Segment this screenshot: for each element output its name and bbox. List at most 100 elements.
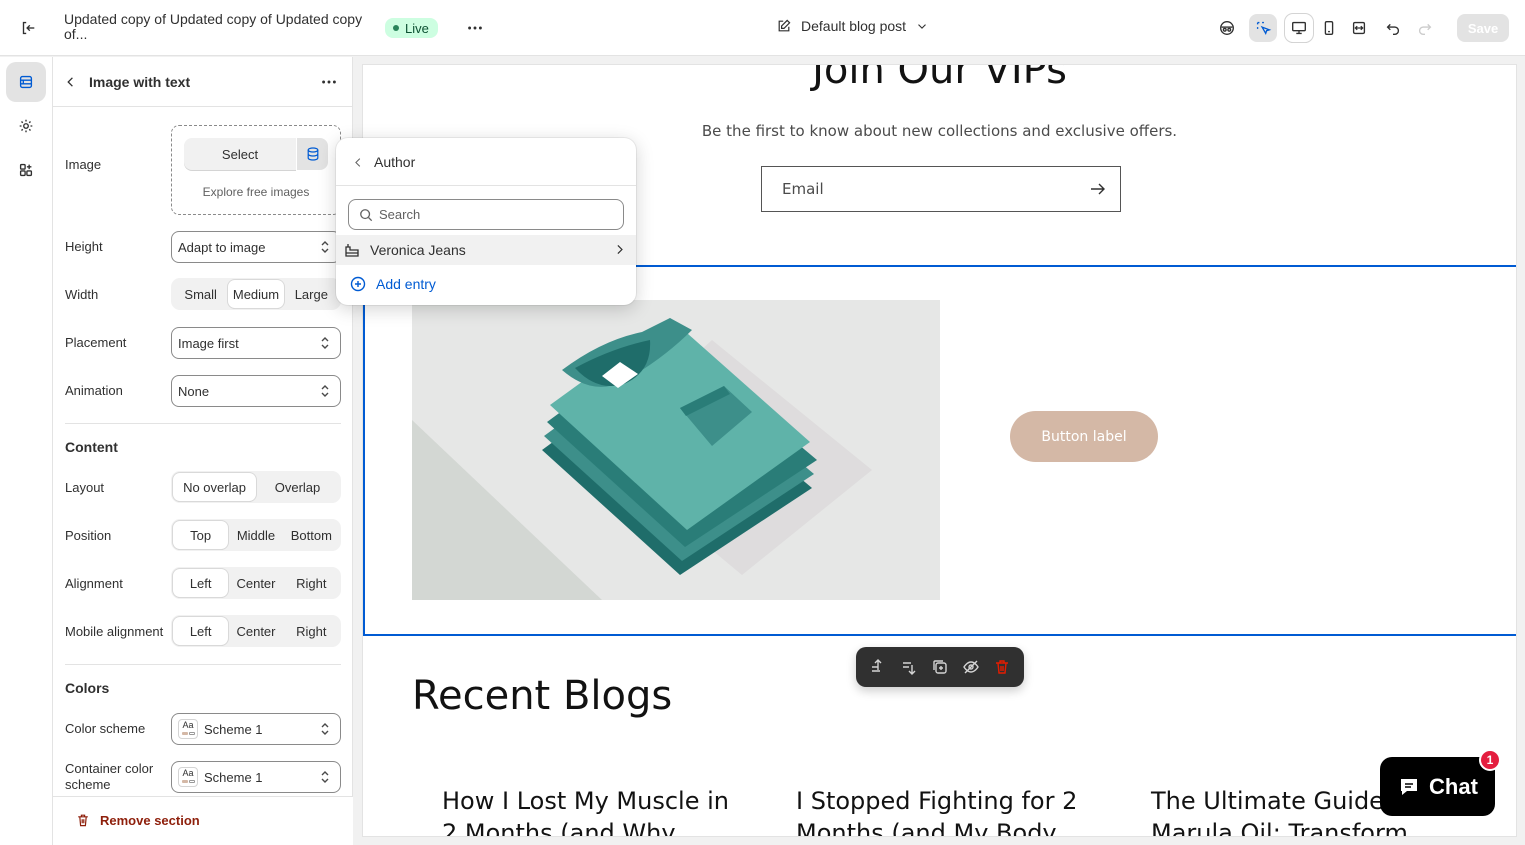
width-segmented: Small Medium Large	[171, 278, 341, 310]
height-select[interactable]: Adapt to image	[171, 231, 341, 263]
color-scheme-value: Scheme 1	[204, 721, 263, 737]
select-element-icon[interactable]	[1249, 14, 1277, 42]
placement-select[interactable]: Image first	[171, 327, 341, 359]
select-chevron-icon	[321, 723, 329, 735]
image-label: Image	[65, 157, 102, 172]
duplicate-icon[interactable]	[928, 655, 952, 679]
select-chevron-icon	[321, 337, 329, 349]
mobile-alignment-option-right[interactable]: Right	[284, 617, 339, 645]
alignment-option-right[interactable]: Right	[284, 569, 339, 597]
image-library-button[interactable]	[297, 138, 328, 170]
layout-option-overlap[interactable]: Overlap	[256, 473, 339, 501]
select-image-button[interactable]: Select	[184, 138, 296, 170]
delete-icon[interactable]	[990, 655, 1014, 679]
width-option-large[interactable]: Large	[284, 280, 339, 308]
chevron-right-icon	[617, 245, 623, 254]
newsletter-heading: Join Our VIPs	[812, 64, 1067, 93]
position-option-middle[interactable]: Middle	[228, 521, 283, 549]
move-up-icon[interactable]	[866, 655, 890, 679]
placement-value: Image first	[178, 335, 239, 351]
chat-notification-badge: 1	[1479, 749, 1501, 771]
left-rail	[0, 57, 53, 845]
position-option-bottom[interactable]: Bottom	[284, 521, 339, 549]
live-dot-icon	[393, 25, 399, 31]
container-color-scheme-value: Scheme 1	[204, 769, 263, 785]
back-arrow-icon[interactable]	[57, 68, 85, 96]
desktop-view-icon[interactable]	[1285, 14, 1313, 42]
alignment-option-center[interactable]: Center	[228, 569, 283, 597]
panel-title: Image with text	[89, 74, 191, 90]
select-chevron-icon	[321, 241, 329, 253]
alignment-option-left[interactable]: Left	[173, 569, 229, 597]
email-placeholder: Email	[782, 180, 824, 198]
hide-eye-icon[interactable]	[959, 655, 983, 679]
animation-select[interactable]: None	[171, 375, 341, 407]
layout-option-no-overlap[interactable]: No overlap	[173, 473, 256, 501]
section-image	[412, 300, 940, 600]
mobile-alignment-segmented: Left Center Right	[171, 615, 341, 647]
section-settings-panel: Image with text Image Select Explore fre…	[53, 57, 353, 845]
app-blocks-icon[interactable]	[6, 150, 46, 190]
move-down-icon[interactable]	[897, 655, 921, 679]
add-entry-label: Add entry	[376, 276, 436, 292]
redo-icon[interactable]	[1411, 14, 1439, 42]
swatch-text: Aa	[182, 768, 194, 778]
theme-settings-icon[interactable]	[6, 106, 46, 146]
height-label: Height	[65, 239, 103, 254]
chat-label: Chat	[1429, 773, 1478, 799]
sections-icon[interactable]	[6, 62, 46, 102]
undo-icon[interactable]	[1379, 14, 1407, 42]
swatch-text: Aa	[182, 720, 194, 730]
live-status-badge: Live	[385, 18, 438, 38]
edit-page-icon	[778, 19, 791, 32]
alignment-label: Alignment	[65, 576, 123, 591]
popover-header: Author	[336, 138, 636, 186]
blog-card-title[interactable]: I Stopped Fighting for 2 Months (and My …	[796, 785, 1086, 836]
section-cta-button[interactable]: Button label	[1010, 411, 1158, 462]
mobile-alignment-option-left[interactable]: Left	[173, 617, 229, 645]
newsletter-email-input[interactable]: Email	[761, 166, 1121, 212]
search-icon	[360, 209, 373, 222]
panel-footer: Remove section	[53, 796, 353, 845]
select-chevron-icon	[321, 385, 329, 397]
author-entry-item[interactable]: Veronica Jeans	[336, 235, 636, 265]
trash-icon	[78, 814, 88, 827]
container-color-scheme-select[interactable]: Aa Scheme 1	[171, 761, 341, 793]
more-actions-icon[interactable]	[461, 14, 489, 42]
position-segmented: Top Middle Bottom	[171, 519, 341, 551]
document-title[interactable]: Updated copy of Updated copy of Updated …	[64, 12, 374, 42]
position-label: Position	[65, 528, 112, 543]
arrow-right-icon[interactable]	[1090, 182, 1106, 196]
remove-section-button[interactable]: Remove section	[75, 812, 200, 828]
exit-icon[interactable]	[14, 14, 42, 42]
top-bar: Updated copy of Updated copy of Updated …	[0, 0, 1525, 56]
animation-label: Animation	[65, 383, 123, 398]
blog-card-title[interactable]: How I Lost My Muscle in 2 Months (and Wh…	[442, 785, 732, 836]
divider	[65, 664, 341, 665]
width-option-medium[interactable]: Medium	[228, 280, 284, 308]
database-icon	[307, 147, 318, 161]
colors-heading: Colors	[65, 680, 110, 696]
content-heading: Content	[65, 439, 118, 455]
section-more-icon[interactable]	[315, 68, 343, 96]
chat-button[interactable]: Chat	[1380, 757, 1495, 816]
popover-title: Author	[374, 154, 416, 170]
remove-section-label: Remove section	[100, 812, 200, 828]
position-option-top[interactable]: Top	[173, 521, 229, 549]
add-entry-button[interactable]: Add entry	[350, 276, 436, 292]
panel-header: Image with text	[53, 57, 353, 107]
popover-search-input[interactable]: Search	[348, 199, 624, 230]
save-button[interactable]: Save	[1457, 14, 1509, 42]
alignment-segmented: Left Center Right	[171, 567, 341, 599]
mobile-view-icon[interactable]	[1315, 14, 1343, 42]
width-option-small[interactable]: Small	[173, 280, 228, 308]
plus-circle-icon	[350, 276, 366, 292]
full-width-view-icon[interactable]	[1345, 14, 1373, 42]
explore-free-images-link[interactable]: Explore free images	[172, 185, 340, 199]
inspector-icon[interactable]	[1213, 14, 1241, 42]
popover-back-icon[interactable]	[344, 148, 372, 176]
mobile-alignment-option-center[interactable]: Center	[228, 617, 283, 645]
color-scheme-select[interactable]: Aa Scheme 1	[171, 713, 341, 745]
template-picker[interactable]: Default blog post	[776, 18, 929, 34]
color-scheme-label: Color scheme	[65, 721, 146, 736]
